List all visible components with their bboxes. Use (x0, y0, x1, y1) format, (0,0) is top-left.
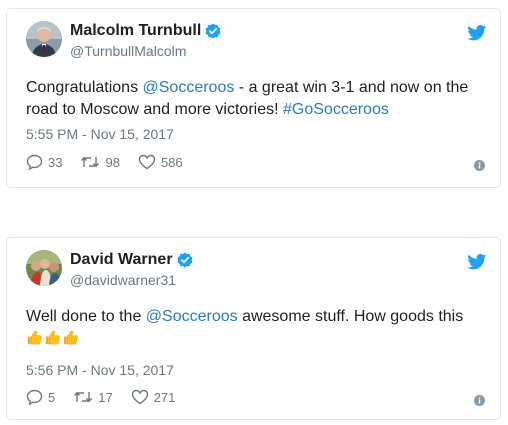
user-handle[interactable]: @TurnbullMalcolm (70, 43, 186, 59)
tweet-text-segment: Well done to the (26, 308, 146, 325)
reply-button[interactable]: 33 (26, 154, 62, 170)
retweet-count: 17 (98, 389, 113, 405)
info-icon[interactable] (474, 393, 485, 406)
tweet-card-turnbull[interactable]: Malcolm Turnbull @TurnbullMalcolm Congra… (6, 8, 501, 188)
tweet-actions: 33 98 586 (26, 154, 201, 170)
retweet-count: 98 (105, 154, 120, 170)
like-count: 271 (153, 389, 176, 405)
thumbs-up-emoji (63, 330, 78, 345)
avatar[interactable] (26, 250, 62, 286)
verified-badge-icon (177, 252, 193, 268)
info-icon[interactable] (474, 158, 485, 171)
verified-badge-icon (205, 23, 221, 39)
timestamp-link[interactable]: 5:55 PM - Nov 15, 2017 (26, 126, 174, 142)
like-icon (138, 154, 156, 170)
mention-link[interactable]: @Socceroos (143, 79, 235, 96)
twitter-bird-icon[interactable] (467, 25, 487, 41)
user-handle[interactable]: @davidwarner31 (70, 272, 176, 288)
hashtag-link[interactable]: #GoSocceroos (283, 101, 389, 118)
reply-count: 33 (48, 154, 63, 170)
tweet-text-segment: Congratulations (26, 79, 143, 96)
retweet-button[interactable]: 98 (80, 154, 120, 170)
timestamp-link[interactable]: 5:56 PM - Nov 15, 2017 (26, 362, 174, 378)
retweet-icon (74, 391, 93, 403)
reply-count: 5 (48, 389, 56, 405)
tweet-text: Congratulations @Socceroos - a great win… (26, 77, 486, 121)
emoji-group (26, 328, 80, 350)
like-count: 586 (160, 154, 183, 170)
tweet-text: Well done to the @Socceroos awesome stuf… (26, 306, 486, 350)
display-name[interactable]: Malcolm Turnbull (70, 22, 201, 40)
avatar[interactable] (26, 21, 62, 57)
tweet-text-segment: awesome stuff. How goods this (237, 308, 464, 325)
tweet-card-warner[interactable]: David Warner @davidwarner31 Well done to… (6, 237, 501, 420)
reply-button[interactable]: 5 (26, 389, 55, 405)
reply-icon (26, 154, 43, 170)
like-icon (131, 389, 148, 405)
tweet-actions: 5 17 271 (26, 389, 193, 405)
reply-icon (26, 389, 43, 405)
thumbs-up-emoji (27, 330, 42, 345)
thumbs-up-emoji (45, 330, 60, 345)
twitter-bird-icon[interactable] (467, 254, 487, 270)
retweet-button[interactable]: 17 (73, 389, 113, 405)
retweet-icon (81, 156, 100, 168)
like-button[interactable]: 271 (131, 389, 176, 405)
like-button[interactable]: 586 (138, 154, 183, 170)
mention-link[interactable]: @Socceroos (146, 308, 238, 325)
display-name[interactable]: David Warner (70, 251, 173, 269)
